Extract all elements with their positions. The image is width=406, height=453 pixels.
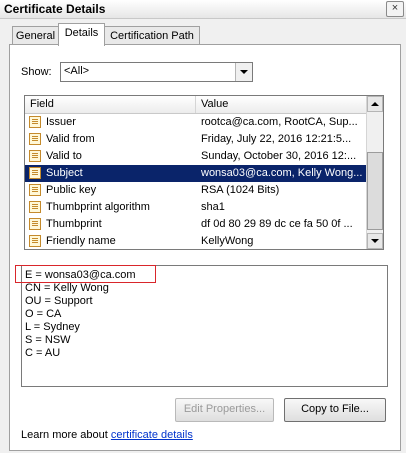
edit-properties-label: Edit Properties... — [183, 403, 266, 415]
row-field: Friendly name — [46, 235, 116, 247]
row-value: df 0d 80 29 89 dc ce fa 50 0f ... — [201, 218, 353, 230]
scroll-thumb[interactable] — [367, 152, 383, 230]
list-header: Field Value — [25, 96, 367, 114]
chevron-up-icon — [371, 102, 379, 106]
chevron-down-icon — [240, 70, 248, 74]
window-title: Certificate Details — [4, 2, 106, 16]
tab-details-label: Details — [64, 27, 99, 39]
copy-to-file-button[interactable]: Copy to File... — [284, 398, 386, 422]
row-field: Thumbprint — [46, 218, 102, 230]
list-row-thumbprint-algorithm[interactable]: Thumbprint algorithm sha1 — [25, 199, 367, 216]
close-button[interactable]: × — [386, 1, 404, 17]
list-row-friendly-name[interactable]: Friendly name KellyWong — [25, 233, 367, 249]
email-highlight-box — [15, 265, 156, 283]
list-scrollbar[interactable] — [366, 96, 383, 249]
row-value: RSA (1024 Bits) — [201, 184, 280, 196]
list-row-valid-from[interactable]: Valid from Friday, July 22, 2016 12:21:5… — [25, 131, 367, 148]
edit-properties-button[interactable]: Edit Properties... — [175, 398, 274, 422]
title-bar: Certificate Details × — [0, 0, 406, 19]
list-row-public-key[interactable]: Public key RSA (1024 Bits) — [25, 182, 367, 199]
tab-certification-path-label: Certification Path — [110, 30, 194, 42]
detail-line: S = NSW — [25, 334, 71, 346]
certificate-field-icon — [29, 133, 41, 145]
fields-list[interactable]: Field Value Issuer rootca@ca.com, RootCA… — [24, 95, 384, 250]
row-field: Thumbprint algorithm — [46, 201, 150, 213]
copy-to-file-label: Copy to File... — [301, 403, 369, 415]
learn-more-text: Learn more about certificate details — [21, 429, 193, 441]
scroll-up-button[interactable] — [367, 96, 383, 112]
detail-line: L = Sydney — [25, 321, 80, 333]
column-header-field[interactable]: Field — [30, 98, 54, 110]
certificate-details-link[interactable]: certificate details — [111, 429, 193, 441]
list-row-valid-to[interactable]: Valid to Sunday, October 30, 2016 12:... — [25, 148, 367, 165]
learn-more-prefix: Learn more about — [21, 429, 111, 441]
tab-certification-path[interactable]: Certification Path — [104, 26, 200, 45]
show-dropdown-value: <All> — [64, 65, 90, 77]
certificate-field-icon — [29, 116, 41, 128]
detail-line: C = AU — [25, 347, 61, 359]
detail-line: CN = Kelly Wong — [25, 282, 109, 294]
column-header-value[interactable]: Value — [201, 98, 228, 110]
row-value: wonsa03@ca.com, Kelly Wong... — [201, 167, 363, 179]
detail-line: OU = Support — [25, 295, 93, 307]
close-icon: × — [391, 2, 399, 14]
certificate-field-icon — [29, 201, 41, 213]
row-field: Valid from — [46, 133, 95, 145]
scroll-down-button[interactable] — [367, 233, 383, 249]
row-value: Friday, July 22, 2016 12:21:5... — [201, 133, 352, 145]
certificate-field-icon — [29, 235, 41, 247]
row-field: Valid to — [46, 150, 82, 162]
list-row-thumbprint[interactable]: Thumbprint df 0d 80 29 89 dc ce fa 50 0f… — [25, 216, 367, 233]
row-field: Issuer — [46, 116, 76, 128]
list-row-issuer[interactable]: Issuer rootca@ca.com, RootCA, Sup... — [25, 114, 367, 131]
field-detail-text[interactable]: E = wonsa03@ca.com CN = Kelly Wong OU = … — [21, 265, 388, 387]
certificate-field-icon — [29, 218, 41, 230]
show-dropdown[interactable]: <All> — [60, 62, 253, 82]
chevron-down-icon — [371, 239, 379, 243]
certificate-field-icon — [29, 184, 41, 196]
row-value: KellyWong — [201, 235, 254, 247]
row-value: rootca@ca.com, RootCA, Sup... — [201, 116, 358, 128]
dropdown-button[interactable] — [235, 63, 252, 81]
certificate-field-icon — [29, 150, 41, 162]
certificate-field-icon — [29, 167, 41, 179]
row-value: Sunday, October 30, 2016 12:... — [201, 150, 357, 162]
column-divider[interactable] — [195, 96, 196, 113]
row-field: Subject — [46, 167, 83, 179]
tab-general[interactable]: General — [12, 26, 59, 45]
row-value: sha1 — [201, 201, 225, 213]
show-label: Show: — [21, 66, 52, 78]
row-field: Public key — [46, 184, 97, 196]
tab-general-label: General — [15, 30, 56, 42]
detail-line: O = CA — [25, 308, 62, 320]
list-row-subject[interactable]: Subject wonsa03@ca.com, Kelly Wong... — [25, 165, 367, 182]
tab-details[interactable]: Details — [58, 23, 105, 46]
